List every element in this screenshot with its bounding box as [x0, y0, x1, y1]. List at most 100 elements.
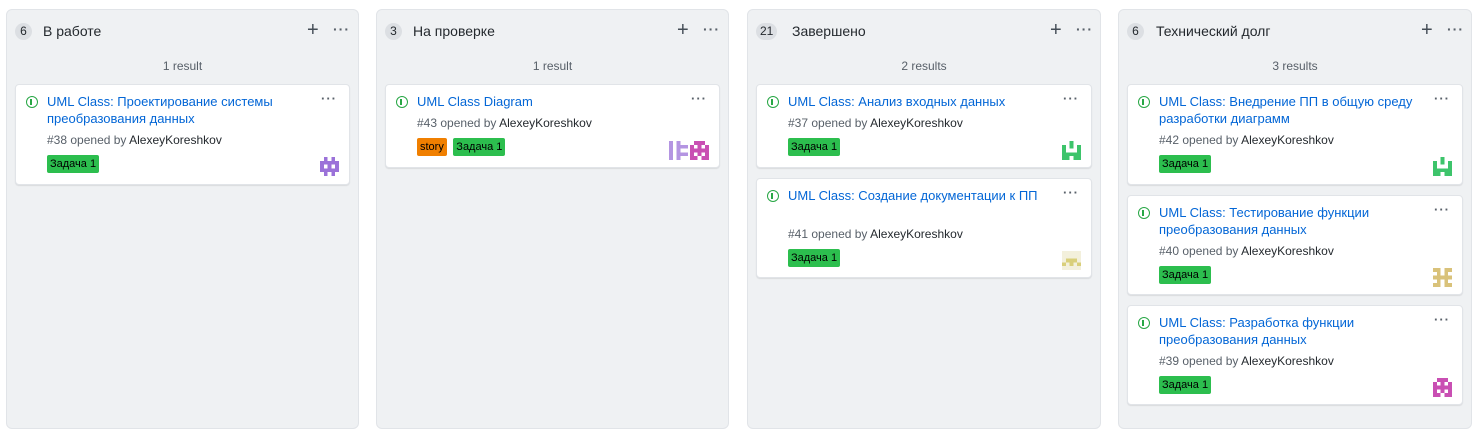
plus-icon[interactable]: +	[307, 19, 319, 41]
label-list: Задача 1	[1159, 375, 1213, 394]
issue-card[interactable]: UML Class: Разработка функции преобразов…	[1127, 305, 1463, 405]
kebab-icon[interactable]: ···	[1434, 202, 1450, 217]
label-list: Задача 1	[1159, 265, 1213, 284]
results-count: 3 results	[1272, 59, 1318, 73]
issue-number: #39	[1159, 354, 1180, 368]
issue-opened-icon	[767, 96, 779, 108]
issue-meta: #39 opened by AlexeyKoreshkov	[1159, 353, 1334, 369]
issue-number: #41	[788, 227, 809, 241]
issue-opened-icon	[26, 96, 38, 108]
project-board: 6 В работе + ··· 1 result UML Class: Про…	[0, 0, 1478, 429]
label-list: story Задача 1	[417, 137, 507, 156]
results-count: 2 results	[901, 59, 947, 73]
label-badge[interactable]: Задача 1	[1159, 376, 1212, 394]
identicon-avatar[interactable]	[1062, 141, 1081, 160]
column-done: 21 Завершено + ··· 2 results UML Class: …	[747, 9, 1101, 429]
kebab-icon[interactable]: ···	[1434, 312, 1450, 327]
kebab-icon[interactable]: ···	[1076, 20, 1093, 38]
issue-title-link[interactable]: UML Class: Проектирование системы преобр…	[47, 93, 301, 127]
kebab-icon[interactable]: ···	[691, 91, 707, 106]
author-link[interactable]: AlexeyKoreshkov	[499, 116, 592, 130]
label-badge[interactable]: story	[417, 138, 447, 156]
opened-by-text: opened by	[1182, 354, 1239, 368]
issue-title-link[interactable]: UML Class: Анализ входных данных	[788, 93, 1043, 110]
label-list: Задача 1	[47, 154, 101, 173]
author-link[interactable]: AlexeyKoreshkov	[870, 116, 963, 130]
plus-icon[interactable]: +	[1421, 19, 1433, 41]
column-header: 3 На проверке + ···	[377, 10, 728, 52]
identicon-avatar[interactable]	[320, 157, 339, 176]
issue-card[interactable]: UML Class: Анализ входных данных ··· #37…	[756, 84, 1092, 168]
column-title: В работе	[43, 23, 102, 39]
issue-card[interactable]: UML Class: Проектирование системы преобр…	[15, 84, 350, 185]
opened-by-text: opened by	[811, 227, 868, 241]
author-link[interactable]: AlexeyKoreshkov	[1241, 354, 1334, 368]
issue-title-link[interactable]: UML Class: Разработка функции преобразов…	[1159, 314, 1414, 348]
results-count: 1 result	[162, 59, 203, 73]
issue-title-link[interactable]: UML Class: Тестирование функции преобраз…	[1159, 204, 1414, 238]
identicon-avatar[interactable]	[1062, 251, 1081, 270]
label-badge[interactable]: Задача 1	[1159, 155, 1212, 173]
label-list: Задача 1	[788, 248, 842, 267]
issue-title-link[interactable]: UML Class: Создание документации к ПП	[788, 187, 1043, 204]
issue-number: #43	[417, 116, 438, 130]
column-tech-debt: 6 Технический долг + ··· 3 results UML C…	[1118, 9, 1472, 429]
plus-icon[interactable]: +	[1050, 19, 1062, 41]
issue-meta: #38 opened by AlexeyKoreshkov	[47, 132, 222, 148]
opened-by-text: opened by	[70, 133, 127, 147]
column-header: 6 В работе + ···	[7, 10, 358, 52]
label-badge[interactable]: Задача 1	[47, 155, 100, 173]
column-title: На проверке	[413, 23, 495, 39]
issue-card[interactable]: UML Class Diagram ··· #43 opened by Alex…	[385, 84, 720, 168]
issue-opened-icon	[767, 190, 779, 202]
label-list: Задача 1	[1159, 154, 1213, 173]
column-count-badge: 21	[756, 23, 778, 40]
author-link[interactable]: AlexeyKoreshkov	[1241, 244, 1334, 258]
issue-meta: #40 opened by AlexeyKoreshkov	[1159, 243, 1334, 259]
kebab-icon[interactable]: ···	[321, 91, 337, 106]
kebab-icon[interactable]: ···	[1447, 20, 1464, 38]
kebab-icon[interactable]: ···	[1063, 185, 1079, 200]
issue-meta: #37 opened by AlexeyKoreshkov	[788, 115, 963, 131]
plus-icon[interactable]: +	[677, 19, 689, 41]
label-list: Задача 1	[788, 137, 842, 156]
issue-title-link[interactable]: UML Class Diagram	[417, 93, 671, 110]
issue-card[interactable]: UML Class: Создание документации к ПП ··…	[756, 178, 1092, 278]
label-badge[interactable]: Задача 1	[788, 249, 841, 267]
issue-card[interactable]: UML Class: Внедрение ПП в общую среду ра…	[1127, 84, 1463, 185]
issue-opened-icon	[1138, 96, 1150, 108]
identicon-avatar[interactable]	[690, 141, 709, 160]
identicon-avatar[interactable]	[1433, 157, 1452, 176]
label-badge[interactable]: Задача 1	[788, 138, 841, 156]
issue-title-link[interactable]: UML Class: Внедрение ПП в общую среду ра…	[1159, 93, 1414, 127]
issue-opened-icon	[1138, 207, 1150, 219]
issue-number: #37	[788, 116, 809, 130]
opened-by-text: opened by	[1182, 133, 1239, 147]
label-badge[interactable]: Задача 1	[1159, 266, 1212, 284]
author-link[interactable]: AlexeyKoreshkov	[129, 133, 222, 147]
issue-opened-icon	[396, 96, 408, 108]
issue-number: #40	[1159, 244, 1180, 258]
author-link[interactable]: AlexeyKoreshkov	[1241, 133, 1334, 147]
issue-meta: #43 opened by AlexeyKoreshkov	[417, 115, 592, 131]
column-title: Завершено	[792, 23, 866, 39]
label-badge[interactable]: Задача 1	[453, 138, 506, 156]
issue-number: #42	[1159, 133, 1180, 147]
column-count-badge: 3	[385, 23, 402, 40]
column-header: 21 Завершено + ···	[748, 10, 1100, 52]
issue-card[interactable]: UML Class: Тестирование функции преобраз…	[1127, 195, 1463, 295]
identicon-avatar[interactable]	[669, 141, 688, 160]
author-link[interactable]: AlexeyKoreshkov	[870, 227, 963, 241]
opened-by-text: opened by	[811, 116, 868, 130]
kebab-icon[interactable]: ···	[333, 20, 350, 38]
identicon-avatar[interactable]	[1433, 268, 1452, 287]
issue-meta: #42 opened by AlexeyKoreshkov	[1159, 132, 1334, 148]
kebab-icon[interactable]: ···	[1063, 91, 1079, 106]
issue-opened-icon	[1138, 317, 1150, 329]
identicon-avatar[interactable]	[1433, 378, 1452, 397]
opened-by-text: opened by	[1182, 244, 1239, 258]
opened-by-text: opened by	[440, 116, 497, 130]
kebab-icon[interactable]: ···	[1434, 91, 1450, 106]
kebab-icon[interactable]: ···	[703, 20, 720, 38]
issue-meta: #41 opened by AlexeyKoreshkov	[788, 226, 963, 242]
